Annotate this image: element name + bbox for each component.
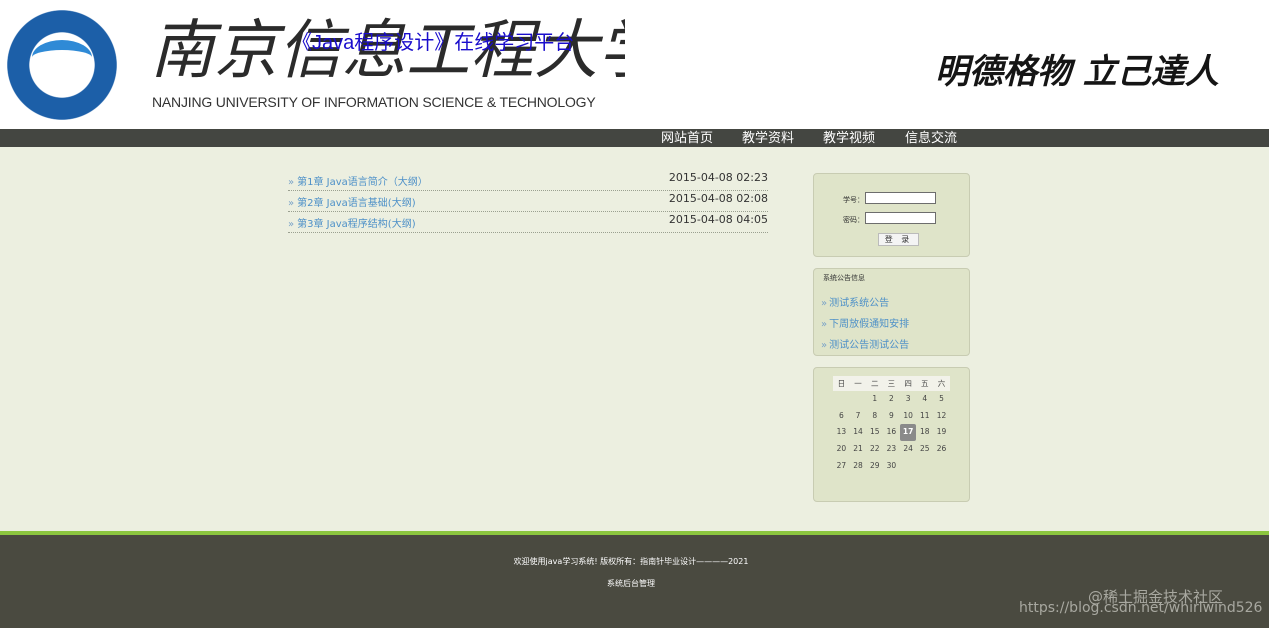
watermark-url: https://blog.csdn.net/whirlwind526	[1019, 600, 1263, 616]
calendar-day[interactable]: 4	[916, 391, 933, 408]
article-row: » 第3章 Java程序结构(大纲) 2015-04-08 04:05	[288, 212, 768, 233]
calendar-weekday: 五	[921, 379, 929, 388]
calendar-day[interactable]: 10	[900, 408, 917, 425]
calendar-week: 13 14 15 16 17 18 19	[833, 424, 950, 442]
notice-panel: 系统公告信息 » 测试系统公告 » 下周放假通知安排 » 测试公告测试公告	[813, 268, 970, 356]
bullet-icon: »	[821, 319, 828, 330]
calendar: 日 一 二 三 四 五 六 1 2 3 4 5 6 7 8 9 10 11 12…	[833, 376, 950, 474]
article-list: » 第1章 Java语言简介（大纲） 2015-04-08 02:23 » 第2章 …	[288, 170, 768, 233]
bullet-icon: »	[288, 219, 295, 230]
site-title: 《Java程序设计》在线学习平台	[292, 32, 575, 54]
calendar-week: 20 21 22 23 24 25 26	[833, 441, 950, 458]
article-row: » 第1章 Java语言简介（大纲） 2015-04-08 02:23	[288, 170, 768, 191]
calendar-day[interactable]	[916, 458, 933, 475]
calendar-day[interactable]: 18	[916, 424, 933, 441]
notice-link[interactable]: » 下周放假通知安排	[821, 315, 909, 330]
article-link[interactable]: » 第1章 Java语言简介（大纲）	[288, 173, 428, 188]
article-link[interactable]: » 第2章 Java语言基础(大纲)	[288, 194, 416, 209]
calendar-day[interactable]: 24	[900, 441, 917, 458]
article-link[interactable]: » 第3章 Java程序结构(大纲)	[288, 215, 416, 230]
calendar-day[interactable]: 19	[933, 424, 950, 441]
university-motto: 明德格物 立己達人	[935, 52, 1219, 92]
calendar-weekday: 二	[870, 379, 879, 388]
logo-year: 1960	[51, 78, 73, 88]
calendar-day[interactable]: 22	[866, 441, 883, 458]
calendar-day[interactable]: 11	[916, 408, 933, 425]
calendar-day[interactable]: 3	[900, 391, 917, 408]
calendar-day[interactable]: 7	[850, 408, 867, 425]
notice-title: 系统公告信息	[823, 274, 865, 282]
calendar-weekday: 一	[854, 379, 862, 388]
calendar-day[interactable]: 26	[933, 441, 950, 458]
calendar-weekday: 日	[837, 379, 846, 388]
header: 1960 南京信息工程大学 NANJING UNIVERSITY OF INFO…	[0, 0, 1269, 129]
article-title: 第2章 Java语言基础(大纲)	[297, 198, 416, 209]
footer: 欢迎使用java学习系统! 版权所有：指南针毕业设计————2021 系统后台管…	[0, 535, 1269, 628]
login-panel: 学号： 密码： 登 录	[813, 173, 970, 257]
calendar-day[interactable]: 16	[883, 424, 900, 441]
notice-text: 测试公告测试公告	[829, 340, 910, 351]
article-title: 第1章 Java语言简介（大纲）	[297, 177, 428, 188]
calendar-weekday: 六	[937, 379, 946, 388]
calendar-day[interactable]: 1	[866, 391, 883, 408]
calendar-day[interactable]: 2	[883, 391, 900, 408]
bullet-icon: »	[288, 198, 295, 209]
calendar-day[interactable]: 6	[833, 408, 850, 425]
nav-teaching-materials[interactable]: 教学资料	[742, 129, 794, 147]
calendar-day[interactable]: 23	[883, 441, 900, 458]
notice-link[interactable]: » 测试系统公告	[821, 294, 889, 309]
article-date: 2015-04-08 02:08	[668, 192, 768, 205]
calendar-day[interactable]	[900, 458, 917, 475]
notice-text: 下周放假通知安排	[829, 319, 910, 330]
bullet-icon: »	[288, 177, 295, 188]
calendar-day[interactable]: 28	[850, 458, 867, 475]
university-logo: 1960	[2, 5, 122, 125]
admin-link[interactable]: 系统后台管理	[0, 578, 1262, 589]
article-row: » 第2章 Java语言基础(大纲) 2015-04-08 02:08	[288, 191, 768, 212]
bullet-icon: »	[821, 298, 828, 309]
calendar-week: 27 28 29 30	[833, 458, 950, 475]
password-label: 密码：	[843, 216, 864, 224]
calendar-week: 6 7 8 9 10 11 12	[833, 408, 950, 425]
university-name-en: NANJING UNIVERSITY OF INFORMATION SCIENC…	[152, 94, 596, 110]
student-id-label: 学号：	[843, 196, 864, 204]
calendar-day[interactable]: 13	[833, 424, 850, 441]
student-id-input[interactable]	[865, 192, 936, 204]
calendar-weekday: 四	[904, 379, 912, 388]
nav-teaching-videos[interactable]: 教学视频	[823, 129, 875, 147]
calendar-day[interactable]: 8	[866, 408, 883, 425]
calendar-day[interactable]: 14	[850, 424, 867, 441]
calendar-day[interactable]: 27	[833, 458, 850, 475]
article-date: 2015-04-08 02:23	[668, 171, 768, 184]
calendar-weekday: 三	[887, 379, 896, 388]
calendar-day[interactable]: 30	[883, 458, 900, 475]
calendar-day[interactable]: 25	[916, 441, 933, 458]
nav-home[interactable]: 网站首页	[661, 129, 713, 147]
calendar-weekday-row: 日 一 二 三 四 五 六	[833, 376, 950, 391]
calendar-panel: 日 一 二 三 四 五 六 1 2 3 4 5 6 7 8 9 10 11 12…	[813, 367, 970, 502]
calendar-day[interactable]: 9	[883, 408, 900, 425]
notice-text: 测试系统公告	[829, 298, 890, 309]
calendar-week: 1 2 3 4 5	[833, 391, 950, 408]
calendar-day[interactable]: 29	[866, 458, 883, 475]
calendar-day[interactable]: 20	[833, 441, 850, 458]
notice-link[interactable]: » 测试公告测试公告	[821, 336, 909, 351]
calendar-day[interactable]: 15	[866, 424, 883, 441]
calendar-day[interactable]	[833, 391, 850, 408]
nav-info-exchange[interactable]: 信息交流	[905, 129, 957, 147]
calendar-day[interactable]: 21	[850, 441, 867, 458]
calendar-day-today[interactable]: 17	[899, 424, 917, 442]
footer-copyright: 欢迎使用java学习系统! 版权所有：指南针毕业设计————2021	[513, 557, 749, 566]
calendar-day[interactable]	[850, 391, 867, 408]
login-button[interactable]: 登 录	[878, 233, 919, 246]
password-input[interactable]	[865, 212, 936, 224]
article-date: 2015-04-08 04:05	[668, 213, 768, 226]
calendar-day[interactable]	[933, 458, 950, 475]
calendar-day[interactable]: 12	[933, 408, 950, 425]
logo-ring-icon	[32, 40, 92, 75]
calendar-day[interactable]: 5	[933, 391, 950, 408]
bullet-icon: »	[821, 340, 828, 351]
article-title: 第3章 Java程序结构(大纲)	[297, 219, 416, 230]
navbar: 网站首页 教学资料 教学视频 信息交流	[0, 129, 1269, 147]
